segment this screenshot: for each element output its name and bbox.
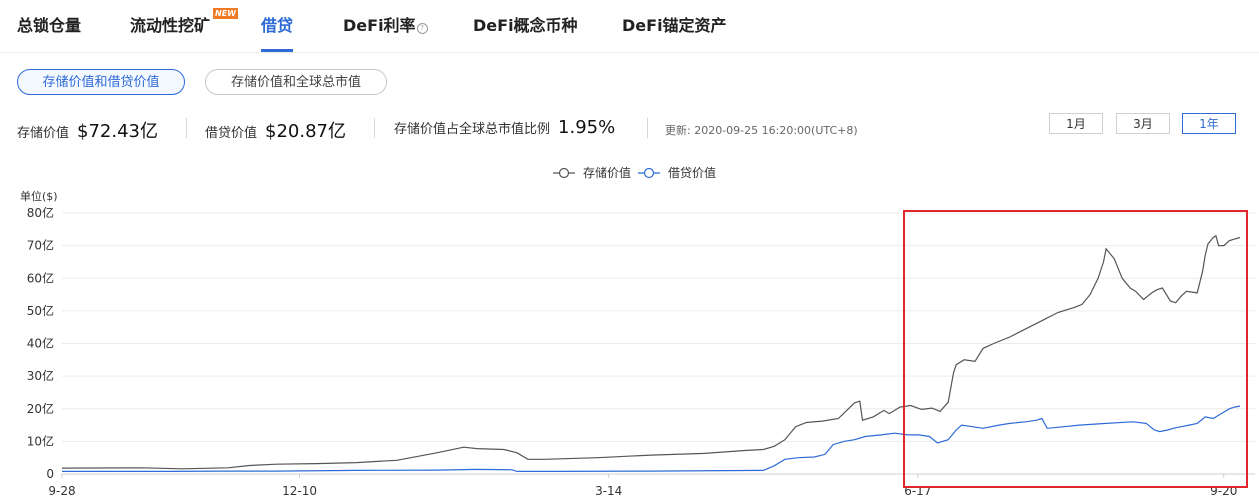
x-tick-label: 12-10: [282, 484, 317, 498]
legend-marker: [558, 167, 570, 179]
highlight-box: [903, 210, 1248, 488]
y-tick-label: 0: [46, 467, 54, 481]
legend-label: 借贷价值: [668, 165, 716, 180]
y-tick-label: 40亿: [27, 336, 54, 351]
x-tick-label: 3-14: [595, 484, 622, 498]
x-tick-label: 9-28: [48, 484, 75, 498]
y-tick-label: 10亿: [27, 433, 54, 448]
y-tick-label: 60亿: [27, 270, 54, 285]
legend-label: 存储价值: [583, 165, 631, 180]
y-tick-label: 50亿: [27, 303, 54, 318]
y-axis-title: 单位($): [20, 189, 58, 203]
y-tick-label: 70亿: [27, 238, 54, 253]
y-tick-label: 30亿: [27, 368, 54, 383]
y-tick-label: 80亿: [27, 205, 54, 220]
y-tick-label: 20亿: [27, 401, 54, 416]
legend-marker: [643, 167, 655, 179]
